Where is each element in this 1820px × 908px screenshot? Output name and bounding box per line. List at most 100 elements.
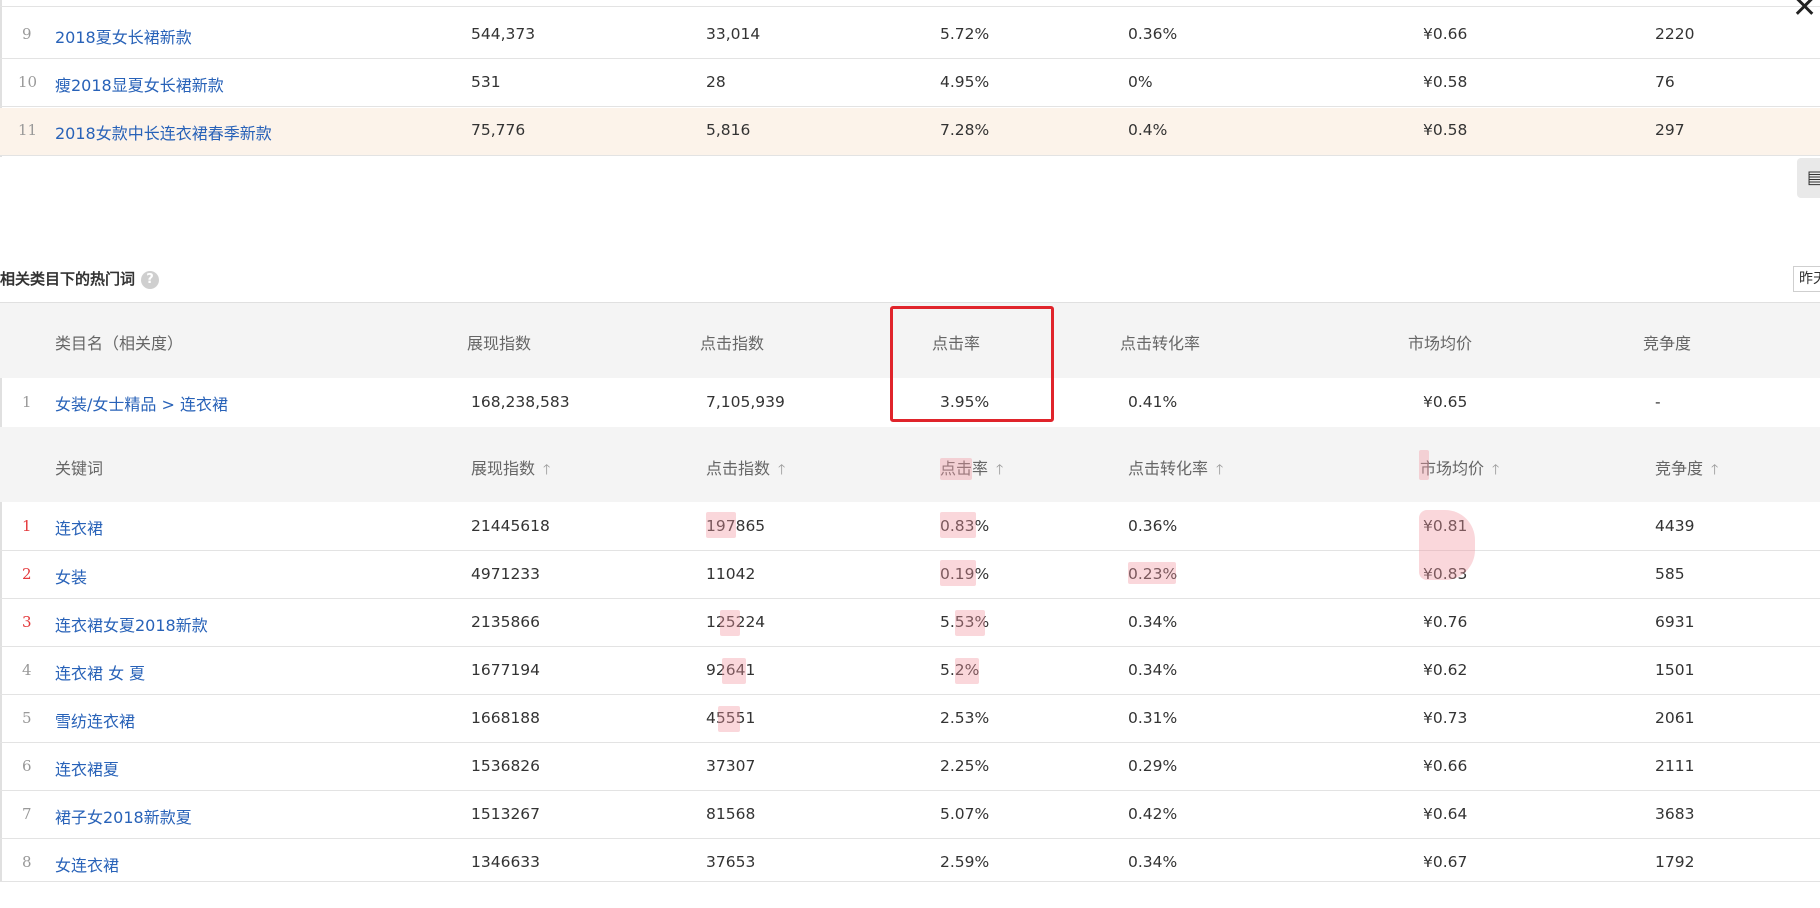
row-price: ¥0.65 [1423, 393, 1468, 411]
row-competition: 585 [1655, 565, 1685, 583]
row-index: 11 [18, 121, 38, 139]
keyword-row[interactable]: 6 连衣裙夏 1536826 37307 2.25% 0.29% ¥0.66 2… [0, 744, 1820, 791]
row-cvr: 0.41% [1128, 393, 1178, 411]
highlight-mark [955, 658, 979, 684]
row-price: ¥0.67 [1423, 853, 1468, 871]
row-ctr: 2.53% [940, 709, 990, 727]
keyword-link[interactable]: 连衣裙 女 夏 [55, 660, 145, 684]
sort-up-icon[interactable]: 🡑 [778, 459, 785, 483]
highlight-mark [1419, 510, 1475, 580]
keyword-row[interactable]: 3 连衣裙女夏2018新款 2135866 125224 5.53% 0.34%… [0, 600, 1820, 647]
sort-competition[interactable]: 竞争度 🡑 [1655, 455, 1718, 483]
keyword-link[interactable]: 裙子女2018新款夏 [55, 804, 192, 828]
row-index: 9 [22, 25, 32, 43]
highlight-mark [1419, 450, 1429, 480]
row-competition: 2111 [1655, 757, 1695, 775]
row-cvr: 0.29% [1128, 757, 1178, 775]
keyword-link[interactable]: 女连衣裙 [55, 852, 119, 876]
row-price: ¥0.58 [1423, 73, 1468, 91]
sort-cvr[interactable]: 点击转化率 🡑 [1128, 455, 1223, 483]
row-impressions: 531 [471, 73, 501, 91]
keyword-link[interactable]: 连衣裙夏 [55, 756, 119, 780]
close-icon[interactable]: ✕ [1792, 0, 1817, 25]
table-row[interactable]: 10 瘦2018显夏女长裙新款 531 28 4.95% 0% ¥0.58 76 [0, 60, 1820, 107]
keyword-row[interactable]: 4 连衣裙 女 夏 1677194 92641 5.2% 0.34% ¥0.62… [0, 648, 1820, 695]
row-ctr: 2.59% [940, 853, 990, 871]
row-clicks: 11042 [706, 565, 756, 583]
keyword-link[interactable]: 连衣裙女夏2018新款 [55, 612, 208, 636]
row-impressions: 1513267 [471, 805, 541, 823]
highlight-mark [706, 512, 736, 538]
highlight-mark [718, 706, 740, 732]
row-impressions: 1346633 [471, 853, 541, 871]
row-impressions: 168,238,583 [471, 393, 570, 411]
row-cvr: 0.36% [1128, 517, 1178, 535]
row-clicks: 81568 [706, 805, 756, 823]
sort-up-icon[interactable]: 🡑 [996, 459, 1003, 483]
row-cvr: 0.4% [1128, 121, 1168, 139]
keyword-row[interactable]: 2 女装 4971233 11042 0.19% 0.23% ¥0.83 585 [0, 552, 1820, 599]
row-index: 3 [22, 613, 32, 631]
row-competition: 6931 [1655, 613, 1695, 631]
row-clicks: 33,014 [706, 25, 761, 43]
row-impressions: 21445618 [471, 517, 550, 535]
row-competition: 2061 [1655, 709, 1695, 727]
header-cvr: 点击转化率 [1128, 459, 1209, 478]
help-icon[interactable]: ? [141, 270, 160, 289]
row-cvr: 0.34% [1128, 661, 1178, 679]
keyword-link[interactable]: 雪纺连衣裙 [55, 708, 135, 732]
row-index: 1 [22, 393, 32, 411]
row-name-link[interactable]: 2018夏女长裙新款 [55, 24, 192, 48]
row-price: ¥0.73 [1423, 709, 1468, 727]
row-impressions: 1536826 [471, 757, 541, 775]
sort-up-icon[interactable]: 🡑 [1216, 459, 1223, 483]
row-name-link[interactable]: 瘦2018显夏女长裙新款 [55, 72, 224, 96]
row-competition: 3683 [1655, 805, 1695, 823]
sort-price[interactable]: 市场均价 🡑 [1420, 455, 1499, 483]
date-select-button[interactable]: 昨天 [1793, 266, 1820, 292]
section-title: 相关类目下的热门词 [0, 270, 136, 288]
header-price: 市场均价 [1408, 334, 1473, 353]
row-cvr: 0.42% [1128, 805, 1178, 823]
keyword-row[interactable]: 7 裙子女2018新款夏 1513267 81568 5.07% 0.42% ¥… [0, 792, 1820, 839]
row-index: 10 [18, 73, 38, 91]
row-impressions: 4971233 [471, 565, 541, 583]
highlight-mark [940, 458, 972, 480]
header-cvr: 点击转化率 [1120, 334, 1201, 353]
row-competition: - [1655, 393, 1661, 411]
row-price: ¥0.66 [1423, 757, 1468, 775]
sort-up-icon[interactable]: 🡑 [1492, 459, 1499, 483]
row-clicks: 7,105,939 [706, 393, 785, 411]
row-competition: 1501 [1655, 661, 1695, 679]
row-price: ¥0.66 [1423, 25, 1468, 43]
row-cvr: 0.36% [1128, 25, 1178, 43]
sort-up-icon[interactable]: 🡑 [1711, 459, 1718, 483]
row-impressions: 1668188 [471, 709, 541, 727]
keyword-row[interactable]: 8 女连衣裙 1346633 37653 2.59% 0.34% ¥0.67 1… [0, 840, 1820, 882]
row-index: 1 [22, 517, 32, 535]
header-price: 市场均价 [1420, 459, 1485, 478]
category-link[interactable]: 女装/女士精品 > 连衣裙 [55, 391, 228, 415]
section-title-wrap: 相关类目下的热门词? [0, 268, 160, 289]
row-price: ¥0.64 [1423, 805, 1468, 823]
row-clicks: 5,816 [706, 121, 751, 139]
side-tab-button[interactable]: ▤ [1797, 158, 1820, 198]
table-row[interactable]: 9 2018夏女长裙新款 544,373 33,014 5.72% 0.36% … [0, 14, 1820, 59]
sort-up-icon[interactable]: 🡑 [543, 459, 550, 483]
highlight-mark [940, 560, 976, 586]
row-index: 6 [22, 757, 32, 775]
table-row-highlighted[interactable]: 11 2018女款中长连衣裙春季新款 75,776 5,816 7.28% 0.… [0, 108, 1820, 156]
header-competition: 竞争度 [1655, 459, 1704, 478]
sort-impressions[interactable]: 展现指数 🡑 [471, 455, 550, 483]
row-clicks: 37653 [706, 853, 756, 871]
row-clicks: 37307 [706, 757, 756, 775]
row-competition: 297 [1655, 121, 1685, 139]
keyword-link[interactable]: 女装 [55, 564, 87, 588]
sort-clicks[interactable]: 点击指数 🡑 [706, 455, 785, 483]
row-name-link[interactable]: 2018女款中长连衣裙春季新款 [55, 120, 272, 144]
keyword-row[interactable]: 1 连衣裙 21445618 197865 0.83% 0.36% ¥0.81 … [0, 502, 1820, 551]
row-competition: 1792 [1655, 853, 1695, 871]
keyword-link[interactable]: 连衣裙 [55, 515, 103, 539]
keyword-row[interactable]: 5 雪纺连衣裙 1668188 45551 2.53% 0.31% ¥0.73 … [0, 696, 1820, 743]
row-index: 2 [22, 565, 32, 583]
